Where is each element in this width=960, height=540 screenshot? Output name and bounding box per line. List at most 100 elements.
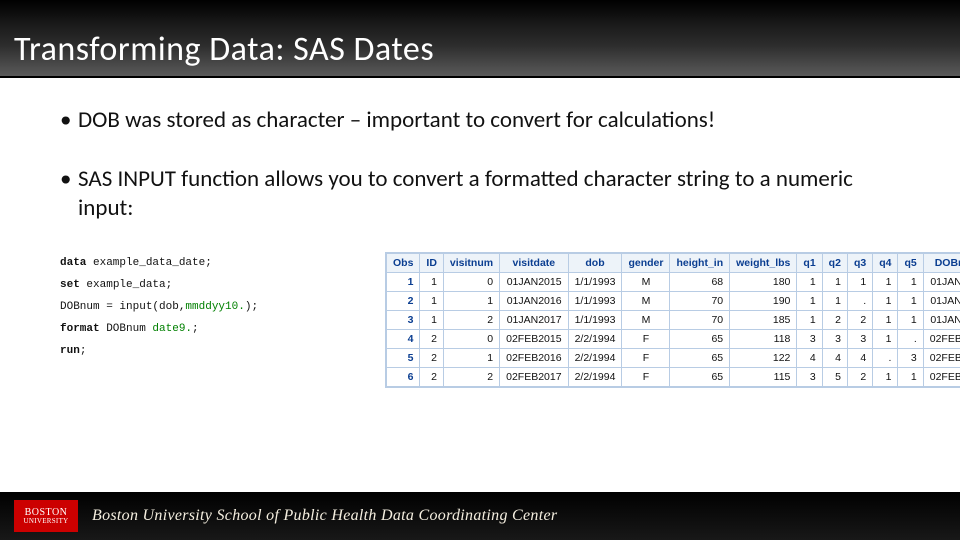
output-table: ObsIDvisitnumvisitdatedobgenderheight_in… bbox=[385, 252, 960, 388]
table-header-cell: height_in bbox=[670, 254, 730, 273]
table-row: 31201JAN20171/1/1993M701851221101JAN1993 bbox=[387, 311, 960, 330]
table-cell: 1 bbox=[420, 311, 444, 330]
table-cell: 2/2/1994 bbox=[568, 330, 622, 349]
table-cell: 01JAN2016 bbox=[500, 292, 568, 311]
title-bar: Transforming Data: SAS Dates bbox=[0, 0, 960, 78]
bullet-dot: • bbox=[60, 106, 78, 135]
table-cell: 01JAN1993 bbox=[923, 292, 960, 311]
table-row: 42002FEB20152/2/1994F651183331.02FEB1994 bbox=[387, 330, 960, 349]
table-cell: 2 bbox=[443, 368, 499, 387]
table-cell: 2/2/1994 bbox=[568, 368, 622, 387]
code-text: ); bbox=[245, 301, 258, 313]
table-cell: 5 bbox=[822, 368, 847, 387]
table-cell: . bbox=[847, 292, 872, 311]
table-cell: 68 bbox=[670, 273, 730, 292]
table-cell: 1 bbox=[873, 330, 898, 349]
table-cell: 2 bbox=[822, 311, 847, 330]
table-cell: 02FEB2017 bbox=[500, 368, 568, 387]
table-cell: 1 bbox=[898, 292, 923, 311]
table-cell: 180 bbox=[730, 273, 797, 292]
table-cell: 1 bbox=[898, 368, 923, 387]
data-table: ObsIDvisitnumvisitdatedobgenderheight_in… bbox=[386, 253, 960, 387]
code-and-table-row: data example_data_date; set example_data… bbox=[60, 252, 910, 388]
bullet-text: DOB was stored as character – important … bbox=[78, 106, 715, 135]
table-cell: 1 bbox=[873, 273, 898, 292]
table-header-cell: ID bbox=[420, 254, 444, 273]
table-cell: M bbox=[622, 273, 670, 292]
table-cell: 1 bbox=[797, 311, 822, 330]
code-text: DOBnum = input(dob, bbox=[60, 301, 185, 313]
table-cell: 0 bbox=[443, 330, 499, 349]
table-cell: F bbox=[622, 349, 670, 368]
table-cell: 0 bbox=[443, 273, 499, 292]
slide: Transforming Data: SAS Dates • DOB was s… bbox=[0, 0, 960, 540]
code-text: example_data; bbox=[80, 279, 172, 291]
table-cell: M bbox=[622, 292, 670, 311]
table-cell: 01JAN1993 bbox=[923, 311, 960, 330]
table-header-cell: dob bbox=[568, 254, 622, 273]
table-cell: 02FEB2015 bbox=[500, 330, 568, 349]
table-cell: 3 bbox=[387, 311, 420, 330]
table-row: 11001JAN20151/1/1993M681801111101JAN1993 bbox=[387, 273, 960, 292]
code-format: mmddyy10. bbox=[185, 301, 244, 313]
table-cell: 3 bbox=[898, 349, 923, 368]
table-header-cell: weight_lbs bbox=[730, 254, 797, 273]
table-cell: . bbox=[873, 349, 898, 368]
table-cell: 70 bbox=[670, 311, 730, 330]
table-cell: 2 bbox=[420, 349, 444, 368]
table-cell: . bbox=[898, 330, 923, 349]
table-header-cell: visitdate bbox=[500, 254, 568, 273]
table-row: 62202FEB20172/2/1994F651153521102FEB1994 bbox=[387, 368, 960, 387]
table-cell: 1 bbox=[443, 292, 499, 311]
table-cell: 70 bbox=[670, 292, 730, 311]
table-cell: F bbox=[622, 330, 670, 349]
footer-bar: BOSTON UNIVERSITY Boston University Scho… bbox=[0, 492, 960, 540]
table-cell: 3 bbox=[797, 368, 822, 387]
table-cell: M bbox=[622, 311, 670, 330]
table-cell: 115 bbox=[730, 368, 797, 387]
code-keyword: format bbox=[60, 323, 100, 335]
code-keyword: set bbox=[60, 279, 80, 291]
bullet-1: • DOB was stored as character – importan… bbox=[60, 106, 910, 135]
content-area: • DOB was stored as character – importan… bbox=[0, 78, 960, 492]
table-cell: 1/1/1993 bbox=[568, 311, 622, 330]
table-cell: 1 bbox=[443, 349, 499, 368]
table-cell: 2 bbox=[847, 368, 872, 387]
table-cell: 4 bbox=[822, 349, 847, 368]
table-cell: 65 bbox=[670, 368, 730, 387]
table-cell: 2/2/1994 bbox=[568, 349, 622, 368]
table-cell: 1 bbox=[873, 292, 898, 311]
table-cell: 1 bbox=[898, 273, 923, 292]
table-header-cell: Obs bbox=[387, 254, 420, 273]
table-cell: 02FEB1994 bbox=[923, 330, 960, 349]
table-cell: 4 bbox=[797, 349, 822, 368]
table-cell: 2 bbox=[387, 292, 420, 311]
table-cell: 02FEB2016 bbox=[500, 349, 568, 368]
table-header-cell: gender bbox=[622, 254, 670, 273]
table-cell: 02FEB1994 bbox=[923, 349, 960, 368]
table-cell: 1 bbox=[797, 292, 822, 311]
table-cell: 2 bbox=[420, 368, 444, 387]
table-cell: 190 bbox=[730, 292, 797, 311]
table-header-cell: DOBnum bbox=[923, 254, 960, 273]
table-cell: 3 bbox=[822, 330, 847, 349]
table-cell: 1/1/1993 bbox=[568, 273, 622, 292]
table-cell: 1 bbox=[873, 311, 898, 330]
table-header-cell: q2 bbox=[822, 254, 847, 273]
table-cell: 02FEB1994 bbox=[923, 368, 960, 387]
bullet-text: SAS INPUT function allows you to convert… bbox=[78, 165, 910, 223]
table-row: 52102FEB20162/2/1994F65122444.302FEB1994 bbox=[387, 349, 960, 368]
table-cell: 3 bbox=[847, 330, 872, 349]
table-cell: 118 bbox=[730, 330, 797, 349]
table-cell: 01JAN2015 bbox=[500, 273, 568, 292]
table-cell: 2 bbox=[420, 330, 444, 349]
code-text: DOBnum bbox=[100, 323, 153, 335]
code-keyword: data bbox=[60, 257, 86, 269]
table-cell: 1 bbox=[797, 273, 822, 292]
sas-code-block: data example_data_date; set example_data… bbox=[60, 252, 365, 362]
table-cell: 2 bbox=[847, 311, 872, 330]
table-cell: 1 bbox=[420, 273, 444, 292]
code-text: ; bbox=[80, 345, 87, 357]
table-header-cell: q1 bbox=[797, 254, 822, 273]
logo-text-bottom: UNIVERSITY bbox=[24, 518, 69, 525]
